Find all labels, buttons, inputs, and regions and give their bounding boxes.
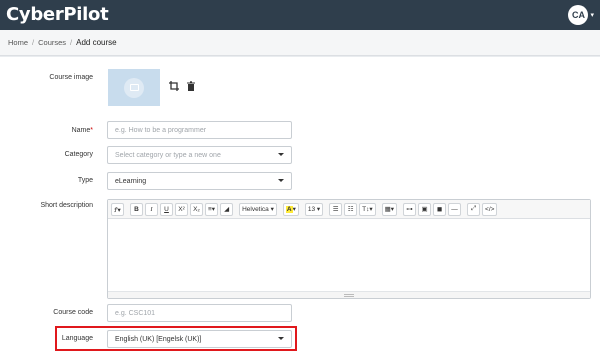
course-form: Course image Name* e.g. How to be a prog… [0, 57, 600, 358]
clear-format-icon[interactable]: ◢ [220, 202, 234, 216]
breadcrumb: Home / Courses / Add course [0, 30, 600, 56]
ordered-list-icon[interactable]: ☷ [344, 202, 358, 216]
top-navbar: CyberPilot CA ▾ [0, 0, 600, 30]
chevron-down-icon: ▾ [590, 12, 594, 19]
short-description-label: Short description [40, 202, 93, 209]
course-image-label: Course image [49, 74, 93, 81]
breadcrumb-separator: / [70, 38, 73, 47]
short-description-editor: Ꝭ▾ B I U X² X₂ ≡▾ ◢ Helvetica ▾ A ▾ 13 ▾ … [107, 199, 591, 299]
breadcrumb-courses[interactable]: Courses [38, 38, 66, 47]
type-select[interactable]: eLearning [107, 172, 292, 190]
chevron-down-icon [278, 179, 284, 182]
crop-icon[interactable] [169, 81, 179, 91]
grip-icon [344, 293, 354, 297]
font-size-select[interactable]: 13 ▾ [304, 202, 324, 216]
table-button[interactable]: ▦▾ [381, 202, 398, 216]
editor-resize-handle[interactable] [108, 291, 590, 298]
text-height-button[interactable]: T↕▾ [359, 202, 376, 216]
image-icon[interactable]: ▣ [418, 202, 432, 216]
category-placeholder: Select category or type a new one [115, 151, 221, 159]
align-button[interactable]: ≡▾ [205, 202, 219, 216]
editor-content-area[interactable] [108, 219, 590, 291]
type-label: Type [77, 177, 93, 184]
image-icon [124, 77, 144, 98]
breadcrumb-separator: / [32, 38, 35, 47]
highlight-a-icon: A [285, 205, 293, 213]
course-code-label: Course code [53, 309, 93, 316]
name-label: Name* [71, 127, 93, 134]
fullscreen-icon[interactable]: ⤢ [467, 202, 481, 216]
subscript-button[interactable]: X₂ [190, 202, 203, 216]
superscript-button[interactable]: X² [175, 202, 188, 216]
underline-button[interactable]: U [160, 202, 173, 216]
chevron-down-icon: ▾ [292, 206, 296, 213]
course-code-input[interactable]: e.g. CSC101 [107, 304, 292, 322]
language-highlight-box [55, 326, 297, 351]
bold-button[interactable]: B [130, 202, 143, 216]
unordered-list-icon[interactable]: ☰ [329, 202, 343, 216]
breadcrumb-home[interactable]: Home [8, 38, 28, 47]
category-label: Category [64, 151, 93, 158]
horizontal-rule-icon[interactable]: — [448, 202, 462, 216]
video-icon[interactable]: ◼ [433, 202, 447, 216]
style-button[interactable]: Ꝭ▾ [111, 202, 124, 216]
user-avatar[interactable]: CA [568, 5, 589, 25]
required-mark: * [90, 127, 93, 134]
name-input[interactable]: e.g. How to be a programmer [107, 121, 292, 139]
course-image-placeholder[interactable] [108, 69, 160, 106]
chevron-down-icon [278, 153, 284, 156]
app-logo[interactable]: CyberPilot [6, 4, 109, 26]
page-title: Add course [76, 38, 117, 47]
type-value: eLearning [115, 177, 147, 185]
code-view-icon[interactable]: </> [482, 202, 498, 216]
editor-toolbar: Ꝭ▾ B I U X² X₂ ≡▾ ◢ Helvetica ▾ A ▾ 13 ▾ … [108, 200, 590, 219]
category-select[interactable]: Select category or type a new one [107, 146, 292, 164]
trash-icon[interactable] [186, 81, 196, 91]
link-icon[interactable]: ⊶ [403, 202, 417, 216]
user-menu[interactable]: CA ▾ [568, 5, 594, 25]
font-family-select[interactable]: Helvetica ▾ [239, 202, 277, 216]
text-color-button[interactable]: A ▾ [282, 202, 299, 216]
italic-button[interactable]: I [145, 202, 158, 216]
